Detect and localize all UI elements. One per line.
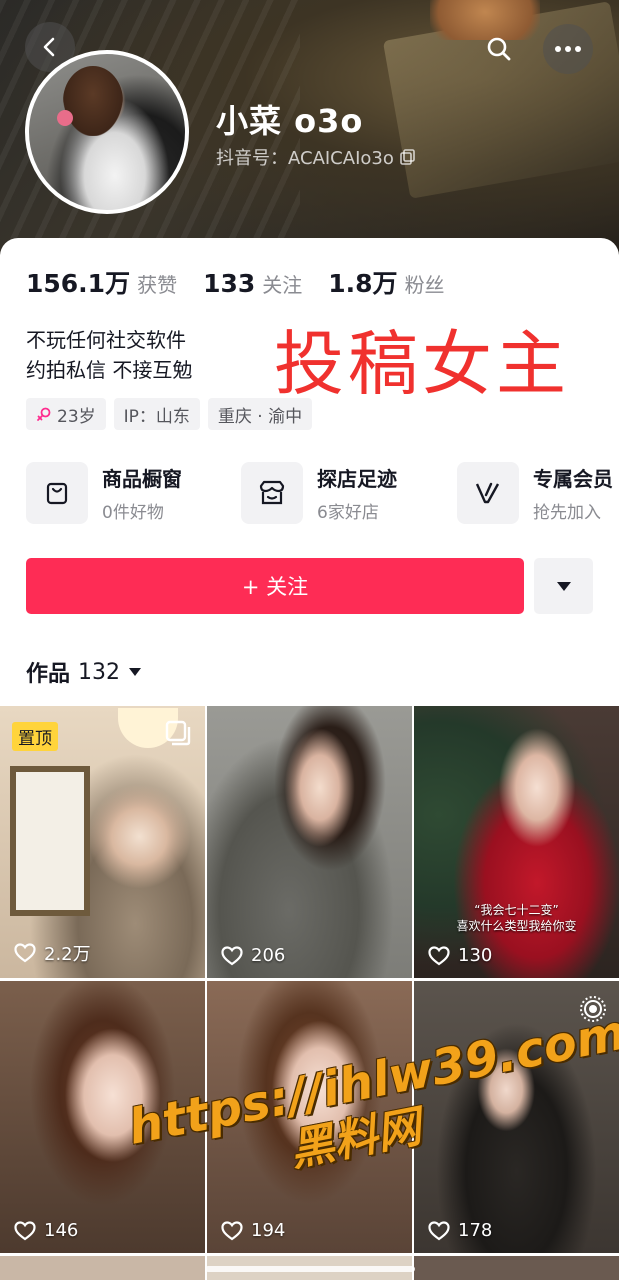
female-icon <box>37 407 51 421</box>
service-vip-member[interactable]: 专属会员 抢先加入 <box>457 462 613 524</box>
service-shop-window[interactable]: 商品橱窗 0件好物 <box>26 462 182 524</box>
triangle-down-icon <box>129 668 142 676</box>
tag-location: 重庆 · 渝中 <box>207 398 313 430</box>
tag-ip: IP：山东 <box>113 398 200 430</box>
tag-age: 23岁 <box>26 398 106 430</box>
store-icon <box>259 480 285 505</box>
service-store-visits-title: 探店足迹 <box>317 467 397 491</box>
home-indicator[interactable] <box>205 1266 415 1272</box>
tile-calligraphy-scroll <box>10 766 90 916</box>
heart-icon <box>221 945 243 965</box>
douyin-id-text: 抖音号：ACAICAIo3o <box>216 148 394 169</box>
heart-icon <box>14 1220 36 1240</box>
works-label: 作品 <box>26 662 71 687</box>
more-button[interactable] <box>543 24 593 74</box>
tile-likes: 146 <box>14 1220 78 1241</box>
stat-likes-num: 156.1万 <box>26 269 131 298</box>
profile-name: 小菜 o3o <box>216 102 364 140</box>
tag-ip-text: IP：山东 <box>123 406 190 427</box>
service-shop-window-title: 商品橱窗 <box>102 467 182 491</box>
avatar-flower <box>57 110 73 126</box>
overlay-title: 投稿女主 <box>274 323 570 405</box>
stat-likes-label: 获赞 <box>137 273 178 297</box>
service-store-visits[interactable]: 探店足迹 6家好店 <box>241 462 397 524</box>
tile-likes: 178 <box>428 1220 492 1241</box>
stat-following[interactable]: 133 关注 <box>203 269 302 298</box>
tile-likes: 2.2万 <box>14 940 91 966</box>
stat-followers[interactable]: 1.8万 粉丝 <box>328 264 444 300</box>
bio-line-1: 不玩任何社交软件 <box>26 328 186 352</box>
video-tile[interactable] <box>414 1256 619 1280</box>
service-vip-member-title: 专属会员 <box>533 467 613 491</box>
video-tile[interactable]: 置顶 2.2万 <box>0 706 205 978</box>
tag-location-text: 重庆 · 渝中 <box>217 406 303 427</box>
services-row: 商品橱窗 0件好物 探店足迹 6家好店 专属会员 抢先加入 <box>26 462 619 528</box>
stat-following-label: 关注 <box>262 273 303 297</box>
heart-icon <box>428 945 450 965</box>
tile-likes-count: 130 <box>458 945 493 966</box>
tile-caption: “我会七十二变” 喜欢什么类型我给你变 <box>414 902 619 934</box>
tags-row: 23岁 IP：山东 重庆 · 渝中 <box>26 398 313 430</box>
bio-line-2: 约拍私信 不接互勉 <box>26 358 193 382</box>
service-store-visits-icon-box <box>241 462 303 524</box>
tag-age-text: 23岁 <box>57 406 96 427</box>
video-tile[interactable] <box>0 1256 205 1280</box>
stat-likes[interactable]: 156.1万 获赞 <box>26 264 177 300</box>
service-shop-window-sub: 0件好物 <box>102 503 164 523</box>
tile-likes-count: 146 <box>44 1220 79 1241</box>
tile-likes: 194 <box>221 1220 285 1241</box>
tile-caption-line-1: “我会七十二变” <box>474 903 559 917</box>
works-grid: 置顶 2.2万 206 “我会七十二变” 喜欢什么类型我给你变 130 146 <box>0 706 619 1280</box>
service-vip-member-icon-box <box>457 462 519 524</box>
search-icon <box>487 37 511 61</box>
tile-likes: 130 <box>428 945 492 966</box>
heart-icon <box>14 943 36 963</box>
service-store-visits-sub: 6家好店 <box>317 503 379 523</box>
stats-row: 156.1万 获赞 133 关注 1.8万 粉丝 <box>26 264 471 300</box>
tile-caption-line-2: 喜欢什么类型我给你变 <box>456 919 577 933</box>
stat-followers-num: 1.8万 <box>328 269 398 298</box>
video-tile[interactable]: “我会七十二变” 喜欢什么类型我给你变 130 <box>414 706 619 978</box>
heart-icon <box>221 1220 243 1240</box>
service-vip-member-sub: 抢先加入 <box>533 503 601 523</box>
recommend-dropdown-button[interactable] <box>534 558 593 614</box>
tile-likes: 206 <box>221 945 285 966</box>
avatar[interactable] <box>25 50 189 214</box>
search-button[interactable] <box>474 24 524 74</box>
tile-likes-count: 2.2万 <box>44 944 91 965</box>
avatar-hair <box>63 66 123 136</box>
vip-icon <box>475 482 500 504</box>
tile-likes-count: 194 <box>251 1220 286 1241</box>
triangle-down-icon <box>556 582 571 591</box>
tile-likes-count: 206 <box>251 945 286 966</box>
bio: 不玩任何社交软件 约拍私信 不接互勉 <box>26 325 192 385</box>
tile-likes-count: 178 <box>458 1220 493 1241</box>
shopping-bag-icon <box>46 482 68 505</box>
follow-button-label: + 关注 <box>241 575 309 599</box>
works-tab[interactable]: 作品 132 <box>26 656 142 688</box>
heart-icon <box>428 1220 450 1240</box>
more-icon <box>555 46 581 52</box>
douyin-id[interactable]: 抖音号：ACAICAIo3o <box>216 144 416 170</box>
stat-following-num: 133 <box>203 269 256 298</box>
copy-icon[interactable] <box>400 149 416 165</box>
multi-image-icon <box>165 720 191 746</box>
follow-button[interactable]: + 关注 <box>26 558 524 614</box>
works-count: 132 <box>78 659 121 685</box>
pinned-badge: 置顶 <box>12 722 58 751</box>
video-tile[interactable]: 206 <box>207 706 412 978</box>
stat-followers-label: 粉丝 <box>404 273 445 297</box>
back-icon <box>43 37 55 57</box>
service-shop-window-icon-box <box>26 462 88 524</box>
